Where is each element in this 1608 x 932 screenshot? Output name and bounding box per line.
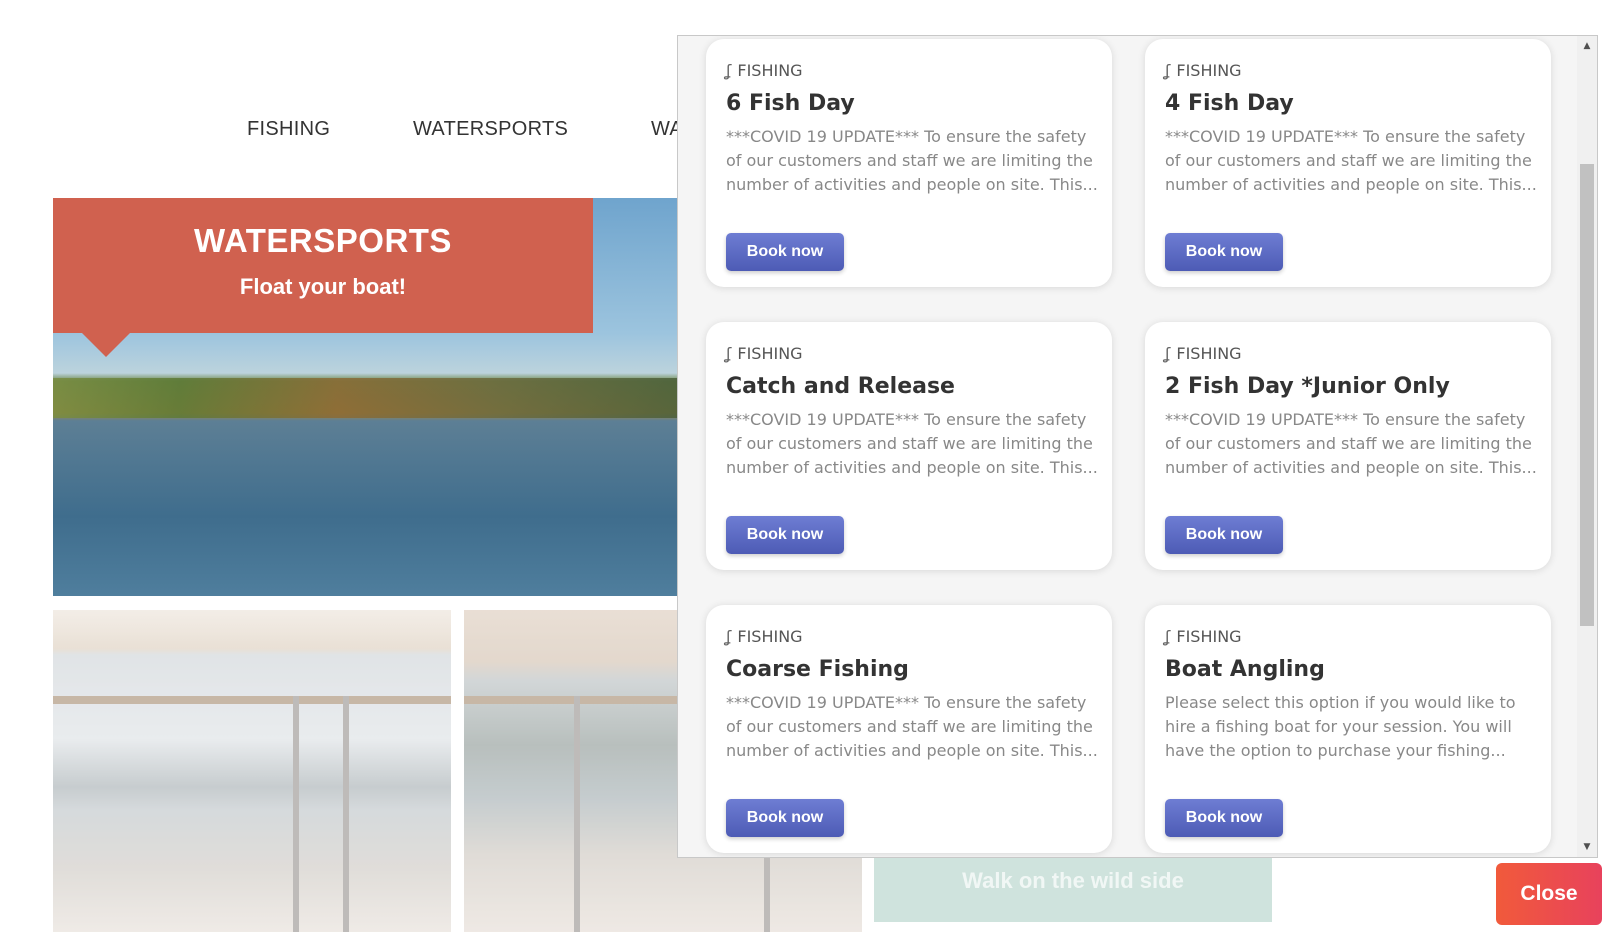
scrollbar-thumb[interactable] xyxy=(1580,164,1594,626)
card-title: 6 Fish Day xyxy=(726,91,855,116)
book-now-button[interactable]: Book now xyxy=(1165,799,1283,837)
card-category: ʆ FISHING xyxy=(726,61,803,80)
card-title: Boat Angling xyxy=(1165,657,1325,682)
book-now-button[interactable]: Book now xyxy=(726,233,844,271)
card-description: ***COVID 19 UPDATE*** To ensure the safe… xyxy=(726,410,1098,477)
card-description: ***COVID 19 UPDATE*** To ensure the safe… xyxy=(726,127,1098,194)
nav-item-watersports[interactable]: WATERSPORTS xyxy=(413,118,568,141)
close-button[interactable]: Close xyxy=(1496,863,1602,925)
arrow-down-icon[interactable]: ▼ xyxy=(1577,837,1597,857)
book-now-button[interactable]: Book now xyxy=(1165,516,1283,554)
card-title: Coarse Fishing xyxy=(726,657,909,682)
card-title: 2 Fish Day *Junior Only xyxy=(1165,374,1450,399)
fishing-hook-icon: ʆ xyxy=(1165,627,1171,646)
card-category: ʆ FISHING xyxy=(726,627,803,646)
fishing-hook-icon: ʆ xyxy=(1165,344,1171,363)
activity-card[interactable]: ʆ FISHING Catch and Release ***COVID 19 U… xyxy=(706,322,1112,570)
wild-side-tile[interactable]: Walk on the wild side xyxy=(874,858,1272,922)
card-title: 4 Fish Day xyxy=(1165,91,1294,116)
modal-scrollbar[interactable]: ▲ ▼ xyxy=(1577,36,1597,857)
book-now-button[interactable]: Book now xyxy=(726,516,844,554)
fishing-hook-icon: ʆ xyxy=(726,61,732,80)
activity-card[interactable]: ʆ FISHING Coarse Fishing ***COVID 19 UPDA… xyxy=(706,605,1112,853)
card-description: Please select this option if you would l… xyxy=(1165,693,1516,760)
card-description: ***COVID 19 UPDATE*** To ensure the safe… xyxy=(1165,410,1537,477)
gallery-image-1[interactable] xyxy=(53,610,451,932)
booking-modal: ʆ FISHING 6 Fish Day ***COVID 19 UPDATE**… xyxy=(677,35,1598,858)
activity-card[interactable]: ʆ FISHING 6 Fish Day ***COVID 19 UPDATE**… xyxy=(706,39,1112,287)
activity-card[interactable]: ʆ FISHING 2 Fish Day *Junior Only ***COVI… xyxy=(1145,322,1551,570)
card-category: ʆ FISHING xyxy=(726,344,803,363)
book-now-button[interactable]: Book now xyxy=(726,799,844,837)
book-now-button[interactable]: Book now xyxy=(1165,233,1283,271)
fishing-hook-icon: ʆ xyxy=(726,344,732,363)
card-category: ʆ FISHING xyxy=(1165,627,1242,646)
card-category: ʆ FISHING xyxy=(1165,344,1242,363)
card-description: ***COVID 19 UPDATE*** To ensure the safe… xyxy=(726,693,1098,760)
hero-title: WATERSPORTS xyxy=(194,222,452,259)
hero-banner: WATERSPORTS Float your boat! xyxy=(53,198,593,333)
activity-card[interactable]: ʆ FISHING 4 Fish Day ***COVID 19 UPDATE**… xyxy=(1145,39,1551,287)
fishing-hook-icon: ʆ xyxy=(726,627,732,646)
hero-subtitle: Float your boat! xyxy=(239,274,407,299)
banner-pointer xyxy=(82,333,130,357)
arrow-up-icon[interactable]: ▲ xyxy=(1577,36,1597,56)
nav-item-fishing[interactable]: FISHING xyxy=(247,118,330,141)
wild-side-label: Walk on the wild side xyxy=(962,868,1184,893)
card-title: Catch and Release xyxy=(726,374,955,399)
card-description: ***COVID 19 UPDATE*** To ensure the safe… xyxy=(1165,127,1537,194)
activity-card[interactable]: ʆ FISHING Boat Angling Please select this… xyxy=(1145,605,1551,853)
card-category: ʆ FISHING xyxy=(1165,61,1242,80)
fishing-hook-icon: ʆ xyxy=(1165,61,1171,80)
